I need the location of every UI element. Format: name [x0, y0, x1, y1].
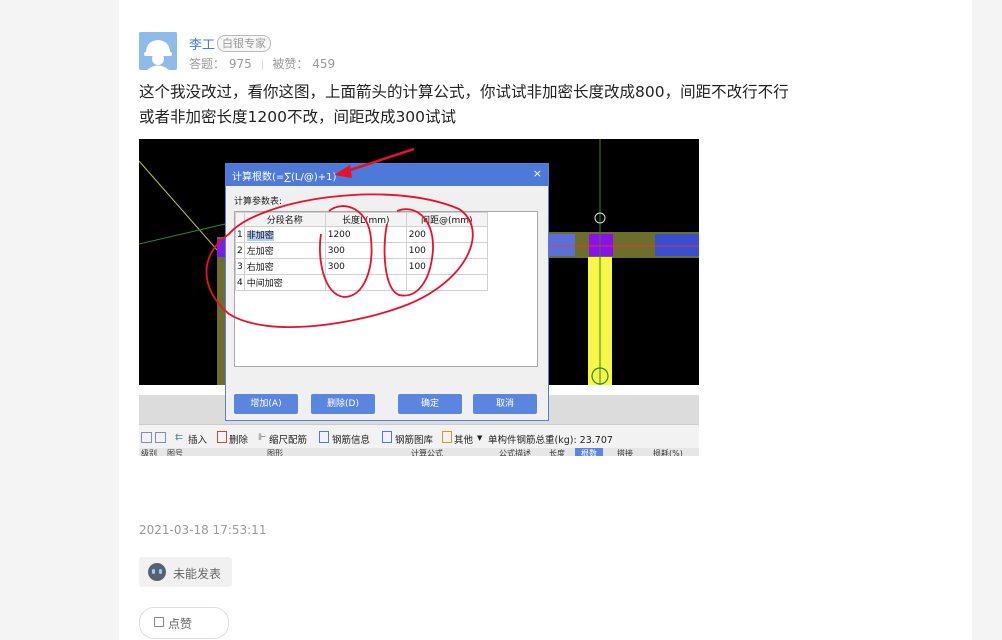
add-button[interactable]: 增加(A) — [234, 394, 298, 414]
rebar-toolbar: ⇇ 插入 删除 ⊩ 缩尺配筋 钢筋信息 钢筋图库 其他 ▼ 单构件钢筋总重(kg… — [139, 424, 699, 449]
segment-name-cell[interactable]: 非加密 — [243, 226, 326, 243]
answers-count: 975 — [228, 57, 252, 71]
insert-icon: ⇇ — [175, 432, 183, 443]
cancel-button[interactable]: 取消 — [473, 394, 537, 414]
divider — [261, 59, 263, 70]
spacing-cell[interactable] — [405, 274, 488, 291]
author-name[interactable]: 李工 — [189, 34, 215, 53]
attached-screenshot[interactable]: 计算根数(=∑(L/@)+1) × 计算参数表: 分段名称 长度L(mm) 间距… — [139, 139, 699, 456]
length-cell[interactable]: 300 — [324, 258, 407, 275]
spacing-cell[interactable]: 100 — [405, 258, 488, 275]
dialog-title: 计算根数(=∑(L/@)+1) — [232, 172, 337, 183]
other-icon — [442, 431, 452, 443]
rebar-library-button[interactable]: 钢筋图库 — [395, 432, 433, 446]
length-cell[interactable] — [324, 274, 407, 291]
col-header: 搭接 — [617, 449, 633, 456]
calc-count-dialog: 计算根数(=∑(L/@)+1) × 计算参数表: 分段名称 长度L(mm) 间距… — [225, 163, 549, 421]
segment-name-cell[interactable]: 左加密 — [243, 242, 326, 259]
likes-label: 被赞： — [272, 57, 309, 71]
author-stats: 答题： 975 被赞： 459 — [189, 55, 335, 72]
insert-button[interactable]: 插入 — [188, 432, 207, 446]
row-number: 1 — [235, 226, 245, 243]
table-row[interactable]: 1 非加密 1200 200 — [235, 226, 488, 243]
move-down-icon[interactable] — [155, 432, 166, 443]
delete-row-button[interactable]: 删除 — [229, 432, 248, 446]
move-up-icon[interactable] — [141, 432, 152, 443]
reaction-button[interactable]: 未能发表 — [139, 557, 232, 587]
param-table-label: 计算参数表: — [234, 197, 283, 207]
table-row[interactable]: 4 中间加密 — [235, 274, 488, 291]
rebar-library-icon — [382, 431, 392, 443]
rebar-table-header: 级别 图号 图形 计算公式 公式描述 长度 根数 搭接 损耗(%) — [139, 448, 699, 456]
col-header: 间距@(mm) — [405, 212, 488, 227]
answer-line: 这个我没改过，看你这图，上面箭头的计算公式，你试试非加密长度改成800，间距不改… — [139, 83, 789, 101]
row-number: 3 — [235, 258, 245, 275]
avatar[interactable] — [139, 32, 177, 70]
like-label: 点赞 — [168, 617, 193, 631]
spacing-cell[interactable]: 200 — [405, 226, 488, 243]
user-helmet-icon — [139, 32, 177, 70]
param-table: 分段名称 长度L(mm) 间距@(mm) 1 非加密 1200 200 2 左加… — [234, 211, 538, 367]
segment-name-cell[interactable]: 中间加密 — [243, 274, 326, 291]
rebar-info-button[interactable]: 钢筋信息 — [332, 432, 370, 446]
col-header: 公式描述 — [499, 449, 531, 456]
rebar-info-icon — [319, 431, 329, 443]
chevron-down-icon: ▼ — [477, 434, 483, 442]
dialog-titlebar: 计算根数(=∑(L/@)+1) × — [226, 164, 548, 186]
row-number: 2 — [235, 242, 245, 259]
col-header: 分段名称 — [243, 212, 326, 227]
spacing-cell[interactable]: 100 — [405, 242, 488, 259]
answer-text: 这个我没改过，看你这图，上面箭头的计算公式，你试试非加密长度改成800，间距不改… — [139, 80, 829, 130]
row-number: 4 — [235, 274, 245, 291]
table-row[interactable]: 2 左加密 300 100 — [235, 242, 488, 259]
close-icon[interactable]: × — [533, 167, 542, 180]
other-menu[interactable]: 其他 — [454, 432, 473, 446]
delete-row-icon — [217, 431, 227, 443]
col-header: 图号 — [167, 449, 183, 456]
corner-cell — [235, 212, 245, 227]
crying-emoji-icon — [148, 563, 166, 581]
answer-timestamp: 2021-03-18 17:53:11 — [139, 523, 267, 537]
length-cell[interactable]: 1200 — [324, 226, 407, 243]
likes-count: 459 — [312, 57, 336, 71]
table-row[interactable]: 3 右加密 300 100 — [235, 258, 488, 275]
like-button[interactable]: 点赞 — [139, 607, 229, 639]
answer-line: 或者非加密长度1200不改，间距改成300试试 — [139, 108, 457, 126]
total-weight-label: 单构件钢筋总重(kg): 23.707 — [488, 435, 613, 446]
thumbs-up-icon — [154, 617, 164, 627]
scale-rebar-button[interactable]: 缩尺配筋 — [269, 432, 307, 446]
col-header: 根数 — [575, 448, 603, 456]
ok-button[interactable]: 确定 — [398, 394, 462, 414]
param-grid: 分段名称 长度L(mm) 间距@(mm) 1 非加密 1200 200 2 左加… — [235, 212, 488, 291]
segment-name-cell[interactable]: 右加密 — [243, 258, 326, 275]
col-header: 级别 — [141, 449, 157, 456]
col-header: 损耗(%) — [653, 449, 683, 456]
col-header: 长度 — [549, 449, 565, 456]
col-header: 计算公式 — [411, 449, 443, 456]
length-cell[interactable]: 300 — [324, 242, 407, 259]
col-header: 长度L(mm) — [324, 212, 407, 227]
answers-label: 答题： — [189, 57, 226, 71]
expert-badge: 白银专家 — [217, 35, 271, 52]
reaction-label: 未能发表 — [173, 567, 222, 581]
col-header: 图形 — [267, 449, 283, 456]
scale-rebar-icon: ⊩ — [258, 432, 267, 443]
delete-button[interactable]: 删除(D) — [311, 394, 375, 414]
